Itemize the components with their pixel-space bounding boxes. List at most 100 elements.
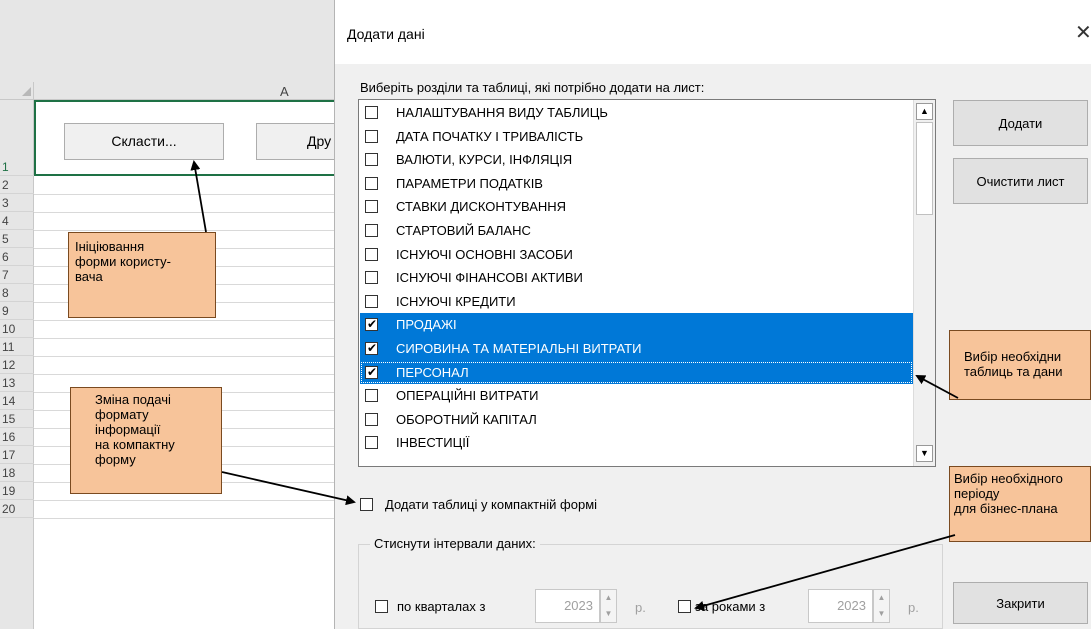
tables-listbox[interactable]: НАЛАШТУВАННЯ ВИДУ ТАБЛИЦЬ ДАТА ПОЧАТКУ І … bbox=[358, 99, 936, 467]
list-item-label: ІНВЕСТИЦІЇ bbox=[396, 435, 470, 451]
list-item[interactable]: ОПЕРАЦІЙНІ ВИТРАТИ bbox=[360, 384, 913, 408]
column-header-a[interactable]: A bbox=[280, 84, 289, 99]
list-item-checkbox[interactable] bbox=[365, 271, 378, 285]
list-item-label: ВАЛЮТИ, КУРСИ, ІНФЛЯЦІЯ bbox=[396, 152, 573, 168]
list-item[interactable]: ІСНУЮЧІ КРЕДИТИ bbox=[360, 290, 913, 314]
list-item[interactable]: НАЛАШТУВАННЯ ВИДУ ТАБЛИЦЬ bbox=[360, 101, 913, 125]
list-item[interactable]: ВАЛЮТИ, КУРСИ, ІНФЛЯЦІЯ bbox=[360, 148, 913, 172]
list-item-label: ДАТА ПОЧАТКУ І ТРИВАЛІСТЬ bbox=[396, 128, 584, 144]
list-item[interactable]: ДАТА ПОЧАТКУ І ТРИВАЛІСТЬ bbox=[360, 125, 913, 149]
list-item-checkbox[interactable] bbox=[365, 436, 378, 450]
list-item[interactable]: ІНВЕСТИЦІЇ bbox=[360, 431, 913, 455]
list-item[interactable]: ПАРАМЕТРИ ПОДАТКІВ bbox=[360, 172, 913, 196]
row-header-16[interactable]: 16 bbox=[0, 428, 34, 446]
row-header-3[interactable]: 3 bbox=[0, 194, 34, 212]
excel-ribbon-area bbox=[0, 0, 340, 82]
list-item-label: ОБОРОТНИЙ КАПІТАЛ bbox=[396, 411, 537, 427]
list-item-checkbox[interactable]: ✔ bbox=[365, 365, 378, 379]
row-header-2[interactable]: 2 bbox=[0, 176, 34, 194]
list-item-checkbox[interactable] bbox=[365, 389, 378, 403]
list-item[interactable]: СТАВКИ ДИСКОНТУВАННЯ bbox=[360, 195, 913, 219]
year-spin-icon[interactable]: ▲ ▼ bbox=[873, 589, 890, 623]
row-header-19[interactable]: 19 bbox=[0, 482, 34, 500]
list-item-checkbox[interactable] bbox=[365, 412, 378, 426]
row-header-14[interactable]: 14 bbox=[0, 392, 34, 410]
list-item-checkbox[interactable] bbox=[365, 106, 378, 119]
list-item-label: СТАВКИ ДИСКОНТУВАННЯ bbox=[396, 199, 567, 215]
list-item-checkbox[interactable] bbox=[365, 129, 378, 143]
combine-button[interactable]: Скласти... bbox=[64, 123, 224, 160]
row-header-9[interactable]: 9 bbox=[0, 302, 34, 320]
row-header-6[interactable]: 6 bbox=[0, 248, 34, 266]
cell-grid[interactable] bbox=[34, 100, 340, 629]
list-item-checkbox[interactable] bbox=[365, 200, 378, 214]
clear-sheet-button[interactable]: Очистити лист bbox=[953, 158, 1088, 204]
by-year-label[interactable]: за роками з bbox=[695, 599, 765, 614]
row-header-17[interactable]: 17 bbox=[0, 446, 34, 464]
row-header-8[interactable]: 8 bbox=[0, 284, 34, 302]
row-header-15[interactable]: 15 bbox=[0, 410, 34, 428]
row-header-4[interactable]: 4 bbox=[0, 212, 34, 230]
scroll-down-icon[interactable]: ▼ bbox=[916, 445, 933, 462]
quarter-spin-up[interactable]: ▲ bbox=[605, 593, 613, 602]
grid-line bbox=[34, 500, 340, 501]
by-year-checkbox[interactable] bbox=[678, 600, 691, 613]
select-all-corner[interactable] bbox=[0, 82, 34, 100]
dialog-title: Додати дані bbox=[347, 26, 425, 42]
callout-init-form: Ініціювання форми користу- вача bbox=[68, 232, 216, 318]
list-item-checkbox[interactable] bbox=[365, 224, 378, 237]
grid-line bbox=[34, 374, 340, 375]
list-item[interactable]: СТАРТОВИЙ БАЛАНС bbox=[360, 219, 913, 243]
year-year-input[interactable]: 2023 bbox=[808, 589, 873, 623]
close-icon[interactable]: ✕ bbox=[1075, 20, 1091, 45]
by-quarter-label[interactable]: по кварталах з bbox=[397, 599, 485, 614]
row-header-11[interactable]: 11 bbox=[0, 338, 34, 356]
scroll-up-icon[interactable]: ▲ bbox=[916, 103, 933, 120]
list-item[interactable]: ІСНУЮЧІ ОСНОВНІ ЗАСОБИ bbox=[360, 243, 913, 267]
list-item-label: ІСНУЮЧІ ФІНАНСОВІ АКТИВИ bbox=[396, 270, 583, 286]
row-header-13[interactable]: 13 bbox=[0, 374, 34, 392]
list-item-label: ІСНУЮЧІ ОСНОВНІ ЗАСОБИ bbox=[396, 246, 573, 262]
year-spin-down[interactable]: ▼ bbox=[878, 609, 886, 618]
list-item-checkbox[interactable] bbox=[365, 153, 378, 167]
compact-form-checkbox[interactable] bbox=[360, 498, 373, 511]
year-spin-up[interactable]: ▲ bbox=[878, 593, 886, 602]
list-item-checkbox[interactable] bbox=[365, 247, 378, 261]
row-header-10[interactable]: 10 bbox=[0, 320, 34, 338]
grid-line bbox=[34, 338, 340, 339]
list-item-checkbox[interactable] bbox=[365, 176, 378, 190]
add-button[interactable]: Додати bbox=[953, 100, 1088, 146]
callout-select-period: Вибір необхідного періоду для бізнес-пла… bbox=[949, 466, 1091, 542]
list-item-label: ОПЕРАЦІЙНІ ВИТРАТИ bbox=[396, 388, 539, 404]
close-button[interactable]: Закрити bbox=[953, 582, 1088, 624]
row-header-18[interactable]: 18 bbox=[0, 464, 34, 482]
row-header-20[interactable]: 20 bbox=[0, 500, 34, 518]
list-item-label: ІСНУЮЧІ КРЕДИТИ bbox=[396, 293, 516, 309]
list-item[interactable]: ✔ ПРОДАЖІ bbox=[360, 313, 913, 337]
row-header-1[interactable]: 1 bbox=[0, 158, 34, 176]
callout-compact-format: Зміна подачі формату інформації на компа… bbox=[70, 387, 222, 494]
list-item-checkbox[interactable] bbox=[365, 294, 378, 308]
quarter-spin-icon[interactable]: ▲ ▼ bbox=[600, 589, 617, 623]
list-item[interactable]: ✔ ПЕРСОНАЛ bbox=[360, 360, 913, 385]
list-item-checkbox[interactable]: ✔ bbox=[365, 317, 378, 332]
compress-intervals-title: Стиснути інтервали даних: bbox=[370, 536, 540, 551]
dialog-prompt: Виберіть розділи та таблиці, які потрібн… bbox=[360, 80, 705, 95]
scroll-thumb[interactable] bbox=[916, 122, 933, 215]
by-quarter-checkbox[interactable] bbox=[375, 600, 388, 613]
row-header-7[interactable]: 7 bbox=[0, 266, 34, 284]
list-item[interactable]: ✔ СИРОВИНА ТА МАТЕРІАЛЬНІ ВИТРАТИ bbox=[360, 337, 913, 361]
compact-form-label[interactable]: Додати таблиці у компактній формі bbox=[385, 497, 597, 512]
quarter-unit: р. bbox=[635, 600, 646, 615]
list-item[interactable]: ІСНУЮЧІ ФІНАНСОВІ АКТИВИ bbox=[360, 266, 913, 290]
quarter-spin-down[interactable]: ▼ bbox=[605, 609, 613, 618]
row-header-12[interactable]: 12 bbox=[0, 356, 34, 374]
select-all-icon bbox=[22, 87, 31, 96]
list-item-checkbox[interactable]: ✔ bbox=[365, 341, 378, 355]
list-item[interactable]: ОБОРОТНИЙ КАПІТАЛ bbox=[360, 408, 913, 432]
list-item-label: ПРОДАЖІ bbox=[396, 317, 457, 333]
quarter-year-input[interactable]: 2023 bbox=[535, 589, 600, 623]
checkmark-icon: ✔ bbox=[367, 341, 378, 355]
listbox-scrollbar[interactable]: ▲ ▼ bbox=[913, 100, 935, 466]
row-header-5[interactable]: 5 bbox=[0, 230, 34, 248]
